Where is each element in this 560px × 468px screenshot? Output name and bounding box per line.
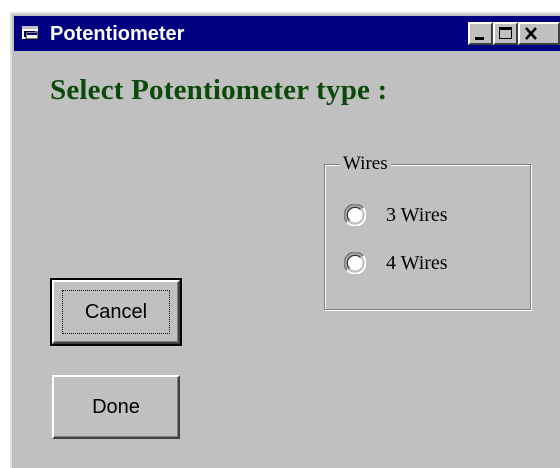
- cancel-button-label: Cancel: [84, 301, 148, 323]
- radio-button-icon[interactable]: [344, 252, 366, 274]
- window-title: Potentiometer: [50, 23, 185, 45]
- done-button-label: Done: [92, 396, 140, 418]
- cancel-button[interactable]: Cancel: [50, 278, 182, 346]
- radio-label-4-wires[interactable]: 4 Wires: [386, 250, 448, 276]
- radio-label-3-wires[interactable]: 3 Wires: [386, 202, 448, 228]
- wires-group-label: Wires: [340, 152, 391, 176]
- potentiometer-window: Potentiometer Select Potentiometer type …: [10, 12, 560, 468]
- title-bar[interactable]: Potentiometer: [14, 16, 560, 51]
- close-icon: [525, 27, 537, 40]
- close-button[interactable]: [518, 22, 560, 45]
- done-button[interactable]: Done: [52, 375, 180, 439]
- page-heading: Select Potentiometer type :: [50, 74, 388, 106]
- maximize-icon: [499, 27, 512, 39]
- app-window-icon[interactable]: [22, 26, 40, 41]
- maximize-button[interactable]: [493, 22, 518, 45]
- minimize-icon: [475, 37, 484, 40]
- wires-groupbox: [324, 164, 531, 310]
- minimize-button[interactable]: [468, 22, 493, 45]
- radio-button-icon[interactable]: [344, 204, 366, 226]
